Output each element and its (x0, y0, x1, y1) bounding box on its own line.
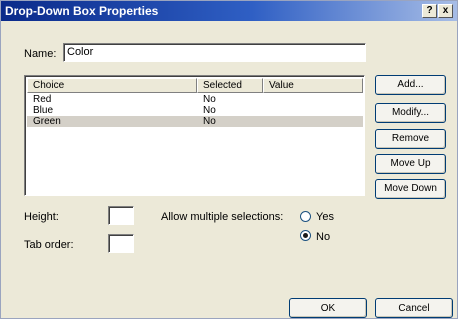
add-button[interactable]: Add... (375, 75, 446, 95)
column-header-value[interactable]: Value (263, 78, 363, 93)
close-button[interactable]: x (438, 4, 453, 18)
height-label: Height: (24, 211, 59, 223)
selected-cell: No (203, 94, 216, 105)
help-button[interactable]: ? (422, 4, 437, 18)
choice-cell: Green (33, 116, 61, 127)
cancel-button[interactable]: Cancel (375, 298, 453, 318)
no-radio-label[interactable]: No (316, 231, 330, 243)
list-item[interactable]: Blue No (27, 105, 363, 116)
choice-cell: Red (33, 94, 52, 105)
height-input[interactable] (108, 206, 134, 225)
tab-order-label: Tab order: (24, 239, 74, 251)
multiple-selections-label: Allow multiple selections: (161, 211, 284, 223)
column-header-selected[interactable]: Selected (197, 78, 263, 93)
no-radio[interactable] (300, 230, 311, 241)
selected-cell: No (203, 116, 216, 127)
yes-radio-label[interactable]: Yes (316, 211, 334, 223)
modify-button[interactable]: Modify... (375, 103, 446, 123)
dialog-window: Drop-Down Box Properties ? x Name: Color… (0, 0, 458, 319)
choices-header: Choice Selected Value (27, 78, 363, 93)
ok-button[interactable]: OK (289, 298, 367, 318)
choice-cell: Blue (33, 105, 54, 116)
move-up-button[interactable]: Move Up (375, 154, 446, 174)
name-input[interactable]: Color (63, 43, 366, 62)
selected-cell: No (203, 105, 216, 116)
list-item[interactable]: Red No (27, 94, 363, 105)
title-bar[interactable]: Drop-Down Box Properties ? x (1, 1, 457, 21)
tab-order-input[interactable] (108, 234, 134, 253)
list-item-selected[interactable]: Green No (27, 116, 363, 127)
name-label: Name: (24, 48, 57, 60)
dialog-title: Drop-Down Box Properties (5, 4, 159, 18)
remove-button[interactable]: Remove (375, 129, 446, 149)
move-down-button[interactable]: Move Down (375, 179, 446, 199)
column-header-choice[interactable]: Choice (27, 78, 197, 93)
choices-list[interactable]: Choice Selected Value Red No Blue No Gre… (24, 75, 365, 196)
yes-radio[interactable] (300, 211, 311, 222)
